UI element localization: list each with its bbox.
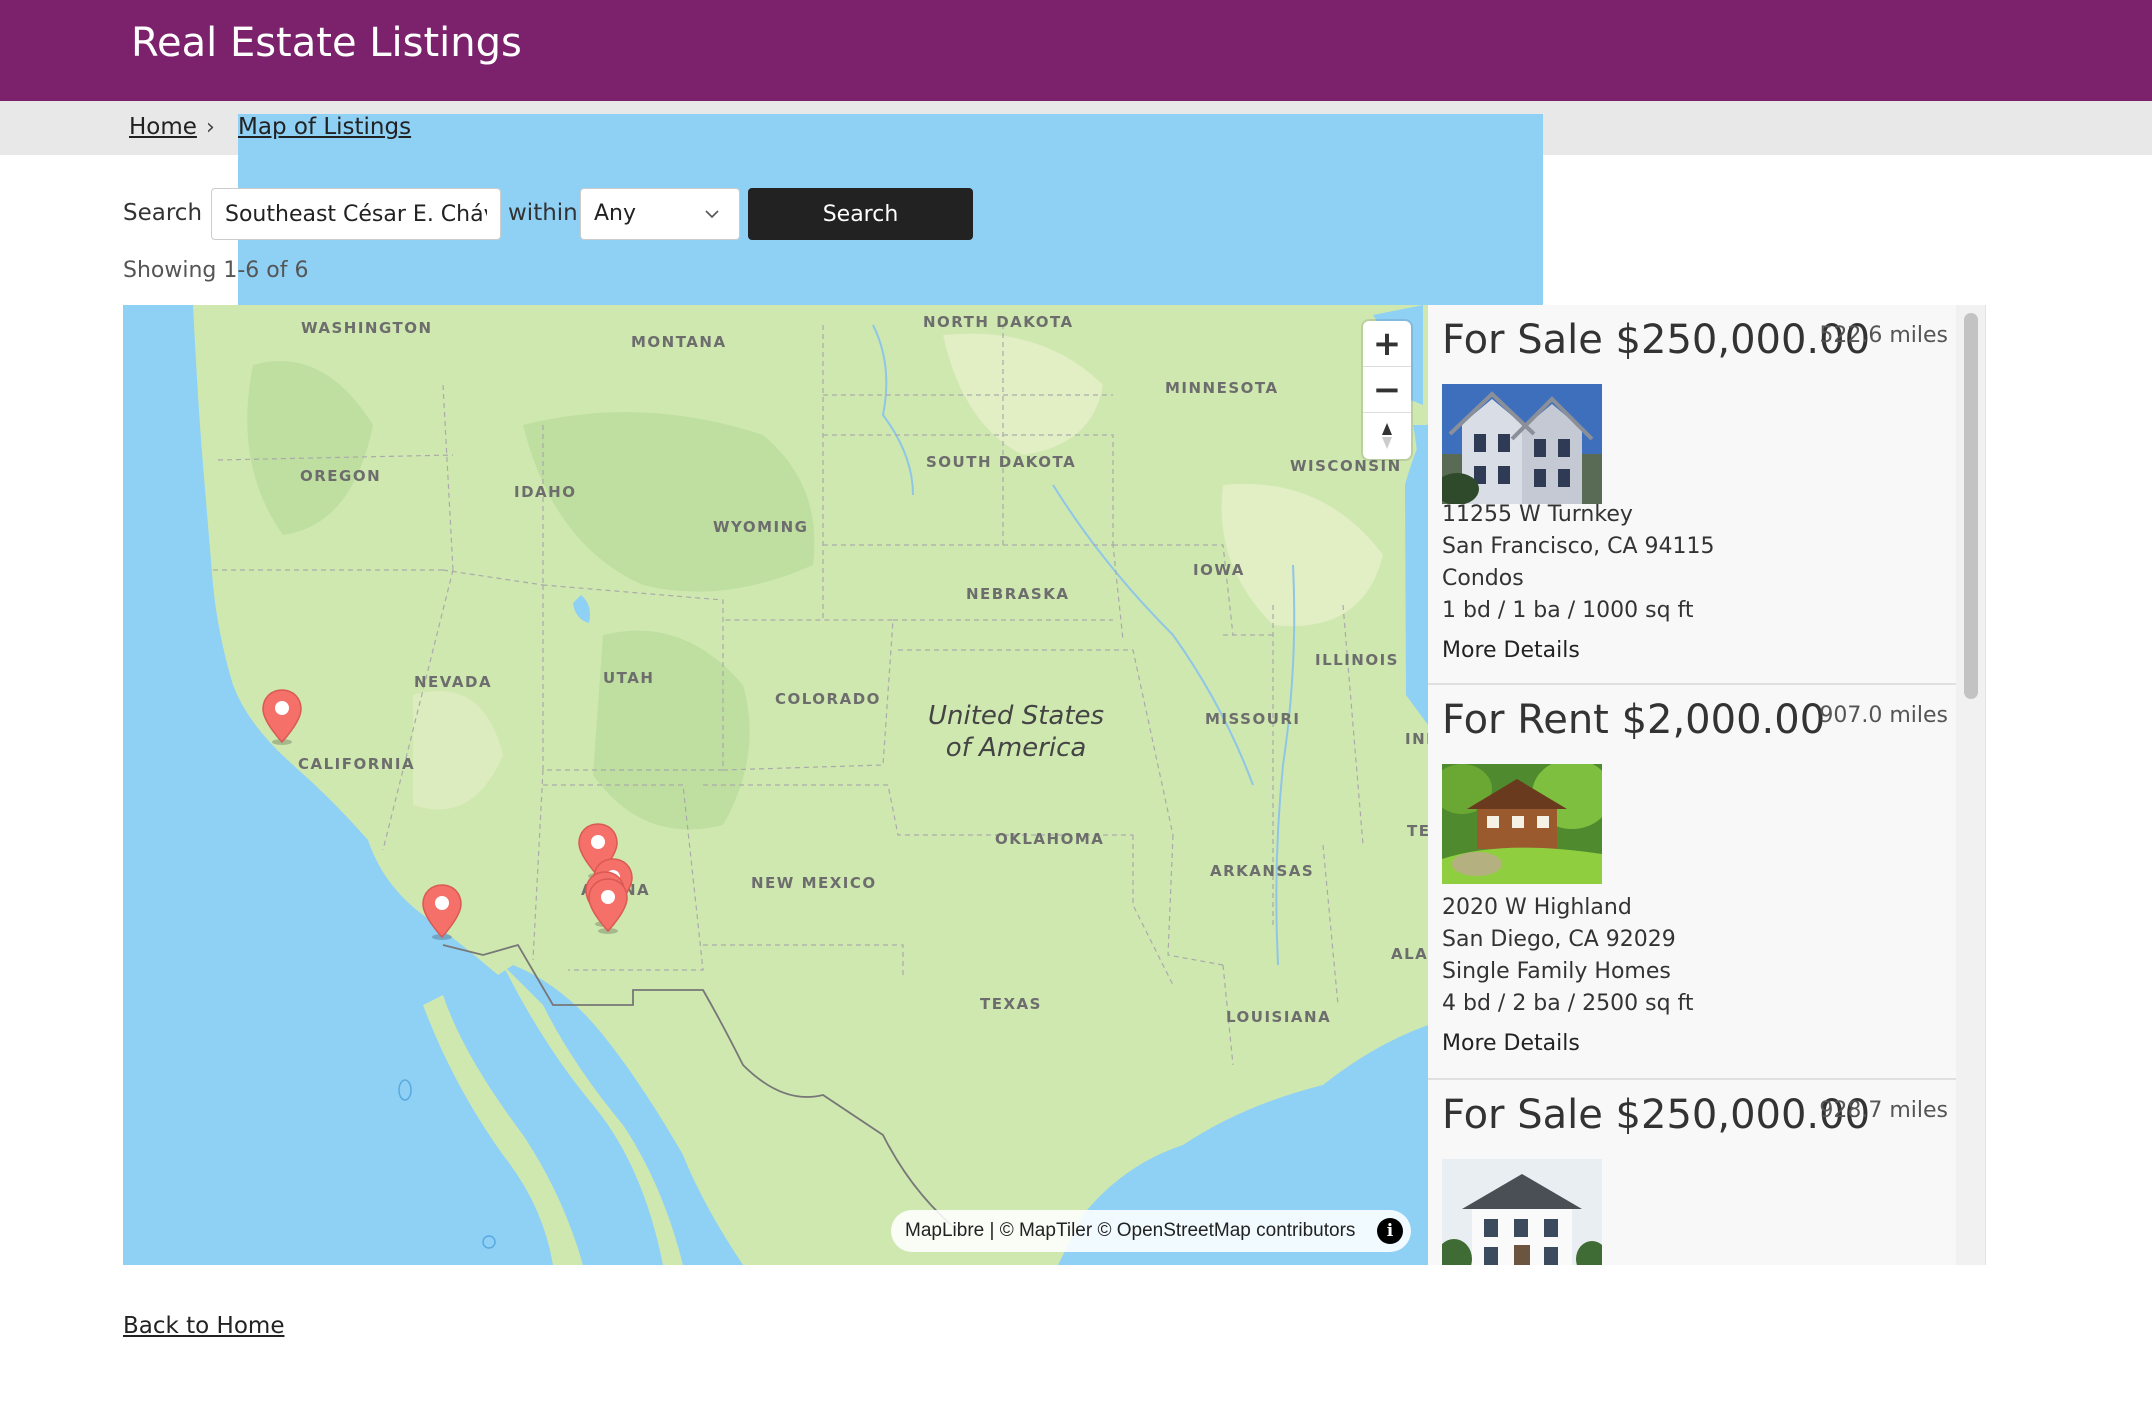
listing-distance: 907.0 miles — [1819, 703, 1948, 728]
map-label-oregon: OREGON — [300, 467, 382, 485]
search-form: Search within Any Search — [123, 188, 1123, 240]
map-base — [193, 305, 1428, 1265]
listing-price: For Rent $2,000.00 — [1442, 697, 1826, 743]
listing-street: 2020 W Highland — [1442, 895, 1632, 920]
breadcrumb-home-link[interactable]: Home — [129, 114, 197, 140]
map-label-california: CALIFORNIA — [298, 755, 416, 773]
search-button[interactable]: Search — [748, 188, 973, 240]
map-label-texas: TEXAS — [980, 995, 1042, 1013]
chevron-right-icon: › — [206, 115, 215, 140]
map-label-montana: MONTANA — [631, 333, 727, 351]
map-label-north-dakota: NORTH DAKOTA — [923, 313, 1074, 331]
breadcrumb: Home › Map of Listings — [0, 101, 2152, 1074]
map-label-tennessee: TE — [1407, 822, 1428, 840]
listing-card[interactable]: For Sale $250,000.00 928.7 miles — [1428, 1080, 1956, 1265]
compass-icon[interactable] — [1363, 413, 1411, 459]
within-label: within — [508, 200, 578, 226]
map-label-nevada: NEVADA — [414, 673, 493, 691]
map-country-label: United States of America — [928, 700, 1104, 764]
listing-card[interactable]: For Sale $250,000.00 522.6 miles 11255 W… — [1428, 305, 1956, 685]
map-label-louisiana: LOUISIANA — [1226, 1008, 1332, 1026]
map-pin-icon[interactable] — [260, 688, 304, 746]
map-label-missouri: MISSOURI — [1205, 710, 1301, 728]
map-label-oklahoma: OKLAHOMA — [995, 830, 1105, 848]
scrollbar-thumb[interactable] — [1964, 313, 1978, 699]
map-label-wisconsin: WISCONSIN — [1290, 457, 1402, 475]
zoom-in-button[interactable]: + — [1363, 321, 1411, 367]
page-title: Real Estate Listings — [131, 20, 522, 66]
map-label-colorado: COLORADO — [775, 690, 881, 708]
map-pin-icon[interactable] — [420, 883, 464, 941]
attribution-text[interactable]: MapLibre | © MapTiler © OpenStreetMap co… — [905, 1220, 1355, 1242]
map-label-arkansas: ARKANSAS — [1210, 862, 1315, 880]
map-label-iowa: IOWA — [1193, 561, 1245, 579]
listing-specs: 1 bd / 1 ba / 1000 sq ft — [1442, 598, 1694, 623]
map-label-washington: WASHINGTON — [301, 319, 433, 337]
within-select[interactable]: Any — [580, 188, 740, 240]
listings-map[interactable]: WASHINGTON MONTANA NORTH DAKOTA MINNESOT… — [123, 305, 1428, 1265]
more-details-link[interactable]: More Details — [1442, 638, 1580, 663]
map-label-minnesota: MINNESOTA — [1165, 379, 1279, 397]
map-attribution: MapLibre | © MapTiler © OpenStreetMap co… — [891, 1210, 1411, 1252]
listing-type: Single Family Homes — [1442, 959, 1671, 984]
map-pin-icon[interactable] — [586, 877, 630, 935]
chevron-down-icon — [705, 210, 719, 219]
map-label-idaho: IDAHO — [514, 483, 577, 501]
listing-card[interactable]: For Rent $2,000.00 907.0 miles 2020 W Hi… — [1428, 685, 1956, 1080]
search-input[interactable] — [211, 188, 501, 240]
within-select-value: Any — [594, 201, 637, 226]
listing-photo[interactable] — [1442, 764, 1602, 884]
listing-price: For Sale $250,000.00 — [1442, 317, 1871, 363]
zoom-out-button[interactable]: − — [1363, 367, 1411, 413]
map-country-label-line2: of America — [945, 733, 1087, 763]
listing-type: Condos — [1442, 566, 1524, 591]
listings-scrollbar[interactable] — [1956, 305, 1985, 1265]
listing-city: San Francisco, CA 94115 — [1442, 534, 1715, 559]
search-label: Search — [123, 200, 203, 226]
back-to-home-link[interactable]: Back to Home — [123, 1313, 284, 1339]
map-label-south-dakota: SOUTH DAKOTA — [926, 453, 1077, 471]
map-label-illinois: ILLINOIS — [1315, 651, 1399, 669]
listings-panel: For Sale $250,000.00 522.6 miles 11255 W… — [1428, 305, 1986, 1265]
info-icon[interactable]: i — [1377, 1218, 1403, 1244]
listing-city: San Diego, CA 92029 — [1442, 927, 1676, 952]
listing-photo[interactable] — [1442, 1159, 1602, 1265]
map-label-alabama: ALAE — [1391, 945, 1428, 963]
more-details-link[interactable]: More Details — [1442, 1031, 1580, 1056]
header-bar: Real Estate Listings — [0, 0, 2152, 101]
listing-specs: 4 bd / 2 ba / 2500 sq ft — [1442, 991, 1694, 1016]
listing-distance: 522.6 miles — [1819, 323, 1948, 348]
map-zoom-control: + − — [1363, 321, 1411, 459]
results-count: Showing 1-6 of 6 — [123, 258, 309, 283]
map-label-wyoming: WYOMING — [713, 518, 809, 536]
map-label-utah: UTAH — [603, 669, 655, 687]
listing-distance: 928.7 miles — [1819, 1098, 1948, 1123]
listing-price: For Sale $250,000.00 — [1442, 1092, 1871, 1138]
listing-photo[interactable] — [1442, 384, 1602, 504]
map-country-label-line1: United States — [928, 701, 1105, 731]
map-label-indiana: IND — [1405, 730, 1428, 748]
map-label-new-mexico: NEW MEXICO — [751, 874, 877, 892]
map-label-nebraska: NEBRASKA — [966, 585, 1070, 603]
listing-street: 11255 W Turnkey — [1442, 502, 1633, 527]
